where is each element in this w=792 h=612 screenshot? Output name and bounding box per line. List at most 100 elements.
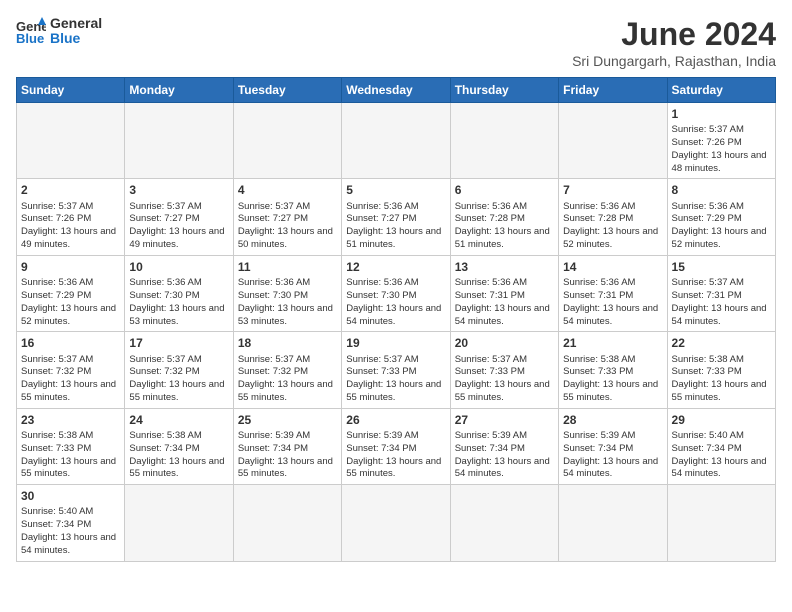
day-number: 12	[346, 259, 445, 275]
day-number: 25	[238, 412, 337, 428]
calendar-cell: 11 Sunrise: 5:36 AMSunset: 7:30 PMDayligh…	[233, 255, 341, 331]
calendar-cell: 7Sunrise: 5:36 AMSunset: 7:28 PMDaylight…	[559, 179, 667, 255]
svg-text:Blue: Blue	[16, 31, 44, 45]
day-sun-info: Sunrise: 5:37 AMSunset: 7:31 PMDaylight:…	[672, 277, 771, 328]
day-number: 1	[672, 106, 771, 122]
calendar-cell: 12 Sunrise: 5:36 AMSunset: 7:30 PMDayligh…	[342, 255, 450, 331]
calendar-cell	[450, 485, 558, 561]
calendar-cell	[125, 485, 233, 561]
day-sun-info: Sunrise: 5:38 AMSunset: 7:33 PMDaylight:…	[672, 354, 771, 405]
calendar-cell: 18 Sunrise: 5:37 AMSunset: 7:32 PMDayligh…	[233, 332, 341, 408]
calendar-cell: 8 Sunrise: 5:36 AMSunset: 7:29 PMDaylight…	[667, 179, 775, 255]
day-number: 9	[21, 259, 120, 275]
calendar-week-row: 2Sunrise: 5:37 AMSunset: 7:26 PMDaylight…	[17, 179, 776, 255]
calendar-cell: 28Sunrise: 5:39 AMSunset: 7:34 PMDayligh…	[559, 408, 667, 484]
logo-icon: General Blue	[16, 17, 46, 45]
title-area: June 2024 Sri Dungargarh, Rajasthan, Ind…	[572, 16, 776, 69]
calendar-week-row: 1Sunrise: 5:37 AMSunset: 7:26 PMDaylight…	[17, 103, 776, 179]
header: General Blue General Blue June 2024 Sri …	[16, 16, 776, 69]
day-sun-info: Sunrise: 5:36 AMSunset: 7:31 PMDaylight:…	[455, 277, 554, 328]
calendar-cell: 30 Sunrise: 5:40 AMSunset: 7:34 PMDayligh…	[17, 485, 125, 561]
day-header-wednesday: Wednesday	[342, 78, 450, 103]
calendar-cell: 19 Sunrise: 5:37 AMSunset: 7:33 PMDayligh…	[342, 332, 450, 408]
month-title: June 2024	[572, 16, 776, 53]
day-sun-info: Sunrise: 5:37 AMSunset: 7:32 PMDaylight:…	[238, 354, 337, 405]
day-number: 14	[563, 259, 662, 275]
day-sun-info: Sunrise: 5:36 AMSunset: 7:30 PMDaylight:…	[129, 277, 228, 328]
calendar-cell: 6 Sunrise: 5:36 AMSunset: 7:28 PMDaylight…	[450, 179, 558, 255]
logo-text-blue: Blue	[50, 31, 102, 46]
calendar-cell: 9 Sunrise: 5:36 AMSunset: 7:29 PMDaylight…	[17, 255, 125, 331]
day-number: 19	[346, 335, 445, 351]
logo-text-general: General	[50, 16, 102, 31]
calendar-cell	[559, 103, 667, 179]
location-subtitle: Sri Dungargarh, Rajasthan, India	[572, 53, 776, 69]
calendar-cell: 24 Sunrise: 5:38 AMSunset: 7:34 PMDayligh…	[125, 408, 233, 484]
calendar-cell: 4Sunrise: 5:37 AMSunset: 7:27 PMDaylight…	[233, 179, 341, 255]
day-sun-info: Sunrise: 5:36 AMSunset: 7:30 PMDaylight:…	[238, 277, 337, 328]
calendar-cell	[17, 103, 125, 179]
day-sun-info: Sunrise: 5:36 AMSunset: 7:31 PMDaylight:…	[563, 277, 662, 328]
day-number: 11	[238, 259, 337, 275]
day-sun-info: Sunrise: 5:38 AMSunset: 7:34 PMDaylight:…	[129, 430, 228, 481]
day-number: 27	[455, 412, 554, 428]
calendar-cell: 17 Sunrise: 5:37 AMSunset: 7:32 PMDayligh…	[125, 332, 233, 408]
calendar-cell	[233, 103, 341, 179]
day-number: 30	[21, 488, 120, 504]
calendar-cell: 27 Sunrise: 5:39 AMSunset: 7:34 PMDayligh…	[450, 408, 558, 484]
calendar-cell	[125, 103, 233, 179]
day-number: 6	[455, 182, 554, 198]
day-number: 13	[455, 259, 554, 275]
day-header-sunday: Sunday	[17, 78, 125, 103]
day-sun-info: Sunrise: 5:40 AMSunset: 7:34 PMDaylight:…	[672, 430, 771, 481]
day-sun-info: Sunrise: 5:39 AMSunset: 7:34 PMDaylight:…	[455, 430, 554, 481]
day-sun-info: Sunrise: 5:37 AMSunset: 7:27 PMDaylight:…	[238, 201, 337, 252]
day-header-friday: Friday	[559, 78, 667, 103]
calendar-cell: 13 Sunrise: 5:36 AMSunset: 7:31 PMDayligh…	[450, 255, 558, 331]
day-number: 28	[563, 412, 662, 428]
calendar-cell	[342, 485, 450, 561]
day-header-thursday: Thursday	[450, 78, 558, 103]
day-sun-info: Sunrise: 5:37 AMSunset: 7:27 PMDaylight:…	[129, 201, 228, 252]
day-sun-info: Sunrise: 5:36 AMSunset: 7:29 PMDaylight:…	[672, 201, 771, 252]
calendar-cell	[559, 485, 667, 561]
day-header-tuesday: Tuesday	[233, 78, 341, 103]
day-number: 18	[238, 335, 337, 351]
calendar-cell: 5 Sunrise: 5:36 AMSunset: 7:27 PMDaylight…	[342, 179, 450, 255]
calendar-cell: 15 Sunrise: 5:37 AMSunset: 7:31 PMDayligh…	[667, 255, 775, 331]
day-sun-info: Sunrise: 5:37 AMSunset: 7:33 PMDaylight:…	[346, 354, 445, 405]
calendar-cell: 2Sunrise: 5:37 AMSunset: 7:26 PMDaylight…	[17, 179, 125, 255]
day-number: 21	[563, 335, 662, 351]
day-number: 3	[129, 182, 228, 198]
calendar-cell: 3 Sunrise: 5:37 AMSunset: 7:27 PMDaylight…	[125, 179, 233, 255]
day-sun-info: Sunrise: 5:40 AMSunset: 7:34 PMDaylight:…	[21, 506, 120, 557]
day-number: 23	[21, 412, 120, 428]
calendar-cell	[342, 103, 450, 179]
day-number: 5	[346, 182, 445, 198]
day-sun-info: Sunrise: 5:39 AMSunset: 7:34 PMDaylight:…	[346, 430, 445, 481]
calendar-cell: 23 Sunrise: 5:38 AMSunset: 7:33 PMDayligh…	[17, 408, 125, 484]
calendar-header-row: SundayMondayTuesdayWednesdayThursdayFrid…	[17, 78, 776, 103]
day-number: 10	[129, 259, 228, 275]
day-number: 15	[672, 259, 771, 275]
day-sun-info: Sunrise: 5:36 AMSunset: 7:27 PMDaylight:…	[346, 201, 445, 252]
day-sun-info: Sunrise: 5:39 AMSunset: 7:34 PMDaylight:…	[238, 430, 337, 481]
day-number: 8	[672, 182, 771, 198]
day-number: 29	[672, 412, 771, 428]
day-sun-info: Sunrise: 5:38 AMSunset: 7:33 PMDaylight:…	[21, 430, 120, 481]
calendar-cell: 25 Sunrise: 5:39 AMSunset: 7:34 PMDayligh…	[233, 408, 341, 484]
day-sun-info: Sunrise: 5:37 AMSunset: 7:32 PMDaylight:…	[129, 354, 228, 405]
day-sun-info: Sunrise: 5:36 AMSunset: 7:28 PMDaylight:…	[455, 201, 554, 252]
calendar-cell	[667, 485, 775, 561]
day-sun-info: Sunrise: 5:36 AMSunset: 7:30 PMDaylight:…	[346, 277, 445, 328]
day-number: 16	[21, 335, 120, 351]
day-number: 24	[129, 412, 228, 428]
day-header-saturday: Saturday	[667, 78, 775, 103]
day-sun-info: Sunrise: 5:37 AMSunset: 7:26 PMDaylight:…	[21, 201, 120, 252]
logo: General Blue General Blue	[16, 16, 102, 47]
day-number: 17	[129, 335, 228, 351]
calendar-cell: 26Sunrise: 5:39 AMSunset: 7:34 PMDayligh…	[342, 408, 450, 484]
day-sun-info: Sunrise: 5:36 AMSunset: 7:29 PMDaylight:…	[21, 277, 120, 328]
calendar-cell: 14 Sunrise: 5:36 AMSunset: 7:31 PMDayligh…	[559, 255, 667, 331]
day-number: 7	[563, 182, 662, 198]
